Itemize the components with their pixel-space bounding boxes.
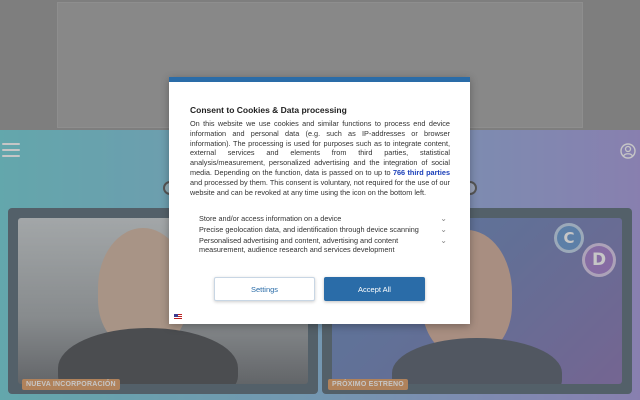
dialog-title: Consent to Cookies & Data processing [190, 105, 347, 115]
consent-dialog: Consent to Cookies & Data processing On … [169, 77, 470, 324]
settings-button[interactable]: Settings [214, 277, 315, 301]
chevron-down-icon[interactable]: ⌄ [440, 225, 447, 234]
chevron-down-icon[interactable]: ⌄ [440, 214, 447, 223]
accept-all-button[interactable]: Accept All [324, 277, 425, 301]
purpose-item-storage[interactable]: Store and/or access information on a dev… [199, 214, 449, 223]
dialog-body: On this website we use cookies and simil… [190, 119, 450, 197]
purpose-label: Store and/or access information on a dev… [199, 214, 342, 223]
body-text: and processed by them. This consent is v… [190, 177, 450, 197]
language-flag-icon[interactable] [174, 314, 182, 320]
third-parties-link[interactable]: 766 third parties [393, 168, 450, 177]
purpose-label: Precise geolocation data, and identifica… [199, 225, 419, 235]
purpose-label: Personalised advertising and content, ad… [199, 236, 399, 254]
purposes-list: Store and/or access information on a dev… [199, 214, 449, 257]
purpose-item-advertising[interactable]: Personalised advertising and content, ad… [199, 236, 449, 254]
chevron-down-icon[interactable]: ⌄ [440, 237, 447, 245]
purpose-item-geolocation[interactable]: Precise geolocation data, and identifica… [199, 225, 449, 235]
